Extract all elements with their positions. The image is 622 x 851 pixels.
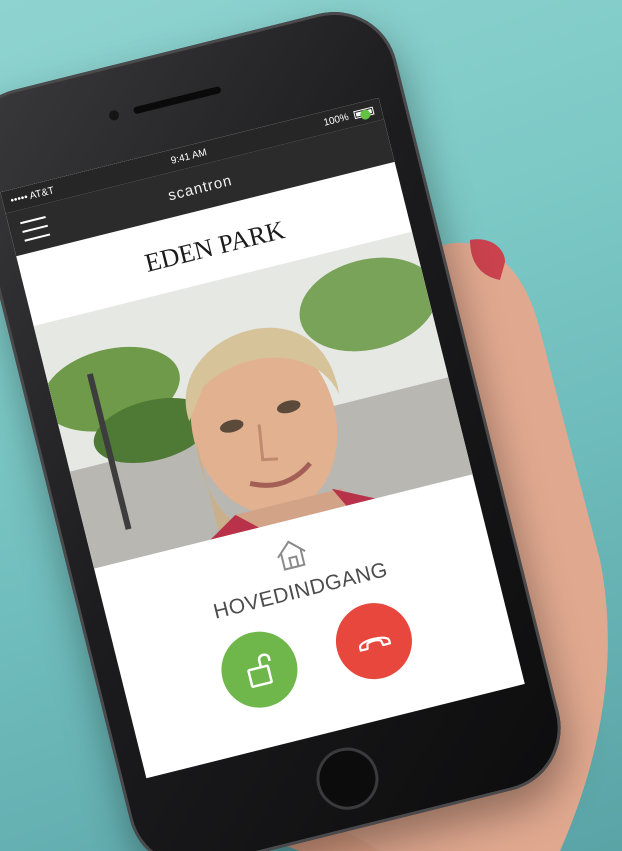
brand-logo: scantron — [166, 171, 234, 204]
home-button[interactable] — [309, 741, 386, 817]
earpiece-speaker — [132, 85, 222, 115]
front-camera — [107, 109, 121, 122]
battery-percent: 100% — [322, 111, 350, 129]
unlock-padlock-icon — [247, 653, 273, 688]
hang-up-button[interactable] — [327, 595, 421, 688]
hamburger-menu-icon[interactable] — [20, 216, 51, 242]
phone-hangup-icon — [359, 636, 392, 652]
unlock-door-button[interactable] — [213, 623, 306, 716]
